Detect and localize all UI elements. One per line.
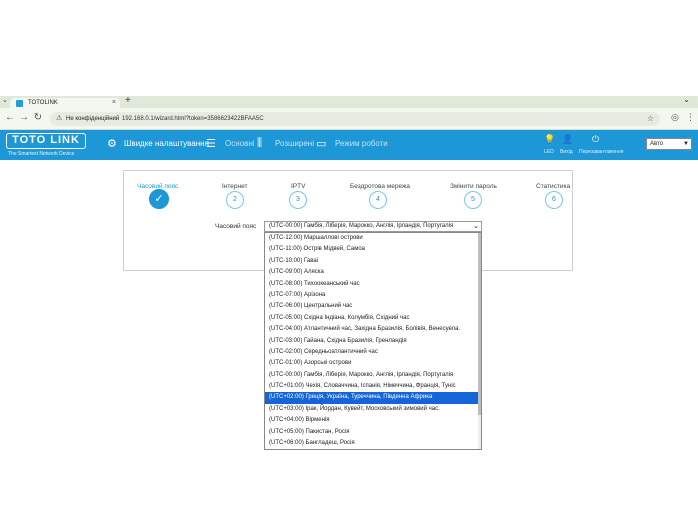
browser-menu-icon[interactable]: ⋮	[686, 112, 695, 123]
timezone-select[interactable]: (UTC-00:00) Гамбія, Ліберія, Марокко, Ан…	[264, 221, 482, 232]
nav-basic[interactable]: Основні	[225, 139, 255, 148]
dropdown-scrollbar-thumb[interactable]	[478, 233, 481, 415]
step-3-circle: 3	[289, 191, 307, 209]
step-6-circle: 6	[545, 191, 563, 209]
totolink-favicon-icon	[16, 100, 23, 107]
timezone-option[interactable]: (UTC-11:00) Острів Мідвей, Самоа	[265, 244, 481, 255]
timezone-option[interactable]: (UTC+04:00) Вірменія	[265, 415, 481, 426]
address-bar[interactable]: ⚠ Не конфіденційний 192.168.0.1/wizard.h…	[50, 112, 660, 126]
chevron-down-icon: ▼	[683, 141, 689, 147]
profile-icon[interactable]: ◎	[671, 112, 679, 123]
timezone-option[interactable]: (UTC+01:00) Чехія, Словаччина, Іспанія, …	[265, 381, 481, 392]
timezone-option[interactable]: (UTC-00:00) Гамбія, Ліберія, Марокко, Ан…	[265, 370, 481, 381]
tab-list-icon[interactable]: ⌄	[683, 95, 690, 104]
totolink-logo: TOTO LINK	[6, 133, 86, 149]
logo-tagline: The Smartest Network Device	[8, 151, 75, 157]
url-text[interactable]: 192.168.0.1/wizard.html?token=3586623422…	[122, 112, 264, 126]
tab-close-icon[interactable]: ×	[112, 98, 116, 108]
timezone-option[interactable]: (UTC+06:00) Бангладеш, Росія	[265, 438, 481, 449]
step-1-check-icon: ✓	[149, 189, 169, 209]
timezone-option[interactable]: (UTC-05:00) Східна Індіана, Колумбія, Сх…	[265, 313, 481, 324]
router-header: TOTO LINK The Smartest Network Device ⚙ …	[0, 130, 698, 160]
timezone-option[interactable]: (UTC-08:00) Тихоокеанський час	[265, 279, 481, 290]
step-2-circle: 2	[226, 191, 244, 209]
step-4-circle: 4	[369, 191, 387, 209]
timezone-option[interactable]: (UTC-06:00) Центральний час	[265, 301, 481, 312]
back-icon[interactable]: ←	[4, 112, 16, 123]
timezone-option[interactable]: (UTC-02:00) Середньоатлантичний час	[265, 347, 481, 358]
nav-mode[interactable]: Режим роботи	[335, 139, 388, 148]
browser-toolbar: ← → ↻ ⚠ Не конфіденційний 192.168.0.1/wi…	[0, 108, 698, 130]
timezone-option[interactable]: (UTC-12:00) Маршаллові острови	[265, 233, 481, 244]
reboot-label[interactable]: Перезавантаження	[579, 149, 623, 155]
list-icon[interactable]: ☰	[206, 137, 216, 150]
timezone-option[interactable]: (UTC-10:00) Гаваї	[265, 256, 481, 267]
nav-quick-setup[interactable]: Швидке налаштування	[124, 139, 209, 148]
tab-search-icon[interactable]: ⌄	[2, 96, 8, 104]
new-tab-button[interactable]: +	[125, 95, 131, 106]
logout-label[interactable]: Вихід	[560, 149, 573, 155]
tab-title: TOTOLINK	[28, 100, 58, 106]
mode-icon[interactable]: ▭	[316, 137, 326, 150]
step-5-circle: 5	[464, 191, 482, 209]
bookmark-star-icon[interactable]: ☆	[647, 112, 654, 126]
timezone-option[interactable]: (UTC+05:00) Пакистан, Росія	[265, 427, 481, 438]
reload-icon[interactable]: ↻	[32, 112, 44, 123]
step-label-iptv: IPTV	[291, 183, 306, 190]
sliders-icon[interactable]: ⫼	[257, 137, 262, 150]
timezone-option[interactable]: (UTC+02:00) Греція, Україна, Туреччина, …	[265, 392, 481, 404]
language-value: Авто	[650, 141, 664, 147]
timezone-option[interactable]: (UTC-07:00) Арізона	[265, 290, 481, 301]
timezone-selected-value: (UTC-00:00) Гамбія, Ліберія, Марокко, Ан…	[269, 223, 454, 229]
language-select[interactable]: Авто ▼	[646, 138, 692, 150]
screen: ⌄ TOTOLINK × + ⌄ ← → ↻ ⚠ Не конфіденційн…	[0, 0, 698, 524]
dropdown-scrollbar[interactable]	[478, 233, 481, 449]
timezone-label: Часовий пояс	[215, 223, 257, 230]
timezone-option[interactable]: (UTC-04:00) Атлантичний час, Західна Бра…	[265, 324, 481, 335]
step-label-internet: Інтернет	[222, 183, 248, 190]
step-label-wireless: Бездротова мережа	[350, 183, 410, 190]
power-icon[interactable]: ⏻	[592, 134, 599, 145]
browser-tab-bar: ⌄ TOTOLINK × + ⌄	[0, 95, 698, 110]
logout-icon[interactable]: 👤	[562, 134, 573, 145]
nav-advanced[interactable]: Розширені	[275, 139, 314, 148]
timezone-dropdown-list[interactable]: (UTC-12:00) Маршаллові острови (UTC-11:00…	[264, 232, 482, 450]
led-label[interactable]: LED	[544, 149, 554, 155]
chevron-down-icon: ⌄	[473, 223, 479, 230]
timezone-option[interactable]: (UTC-09:00) Аляска	[265, 267, 481, 278]
security-label[interactable]: Не конфіденційний	[66, 112, 119, 126]
step-label-statistics: Статистика	[536, 183, 571, 190]
step-label-password: Змінити пароль	[450, 183, 497, 190]
timezone-option[interactable]: (UTC-03:00) Гайана, Східна Бразилія, Гре…	[265, 336, 481, 347]
timezone-option[interactable]: (UTC+03:00) Ірак, Йордан, Кувейт, Москов…	[265, 404, 481, 415]
led-icon[interactable]: 💡	[544, 134, 555, 145]
forward-icon[interactable]: →	[18, 112, 30, 123]
timezone-option[interactable]: (UTC-01:00) Азорські острови	[265, 358, 481, 369]
gear-icon[interactable]: ⚙	[107, 137, 117, 150]
not-secure-icon[interactable]: ⚠	[56, 112, 62, 126]
